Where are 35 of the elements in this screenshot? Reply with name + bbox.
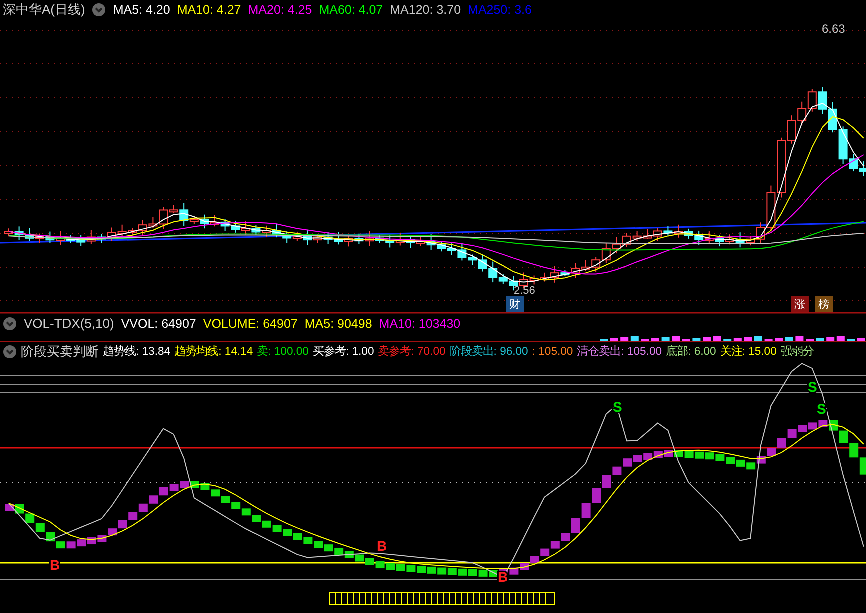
low-price-label: 2.56	[514, 285, 536, 297]
signal-marker: B	[498, 569, 508, 585]
indicator-value: 强弱分	[780, 344, 814, 359]
collapse-icon[interactable]	[3, 316, 17, 330]
indicator-value: MA20: 4.25	[248, 2, 312, 16]
collapse-icon[interactable]	[92, 2, 106, 16]
indicator-value: MA60: 4.07	[319, 2, 384, 16]
indicator-value: 卖: 100.00	[257, 344, 309, 359]
indicator-value: 清仓卖出: 105.00	[577, 344, 662, 359]
indicator-value: 趋势均线: 14.14	[174, 344, 254, 359]
indicator-value: MA10: 4.27	[177, 2, 242, 16]
signal-marker: S	[817, 401, 826, 417]
indicator-value: MA10: 103430	[379, 316, 461, 330]
high-price-label: 6.63	[822, 22, 846, 36]
indicator-value: MA120: 3.70	[390, 2, 462, 16]
event-badge[interactable]: 涨	[791, 296, 809, 312]
indicator-value: 底部: 6.00	[666, 344, 716, 359]
indicator-value: 趋势线: 13.84	[103, 344, 171, 359]
signal-marker: B	[377, 538, 388, 554]
indicator-title: 阶段买卖判断	[21, 342, 99, 360]
indicator-value: MA5: 90498	[304, 316, 372, 330]
indicator-value: VOLUME: 64907	[203, 316, 298, 330]
event-badge[interactable]: 财	[506, 296, 524, 312]
indicator-value: 卖参考: 70.00	[378, 344, 446, 359]
chart-title: 深中华A(日线)	[3, 0, 86, 18]
indicator-value: : 105.00	[532, 346, 574, 358]
indicator-title: VOL-TDX(5,10)	[24, 316, 114, 331]
event-badge[interactable]: 榜	[815, 296, 833, 312]
collapse-icon[interactable]	[3, 344, 17, 358]
indicator-value: MA250: 3.6	[468, 2, 532, 16]
indicator-value: 关注: 15.00	[720, 344, 777, 359]
indicator-value: 阶段卖出: 96.00	[450, 344, 528, 359]
indicator-value: 买参考: 1.00	[312, 344, 374, 359]
indicator-value: VVOL: 64907	[121, 316, 196, 330]
indicator-value: MA5: 4.20	[113, 2, 170, 16]
